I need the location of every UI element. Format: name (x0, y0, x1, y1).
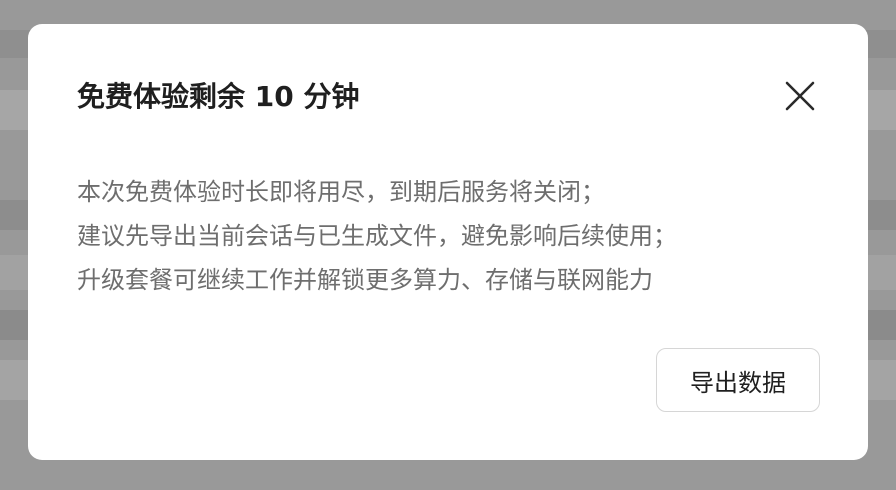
message-line: 升级套餐可继续工作并解锁更多算力、存储与联网能力 (77, 266, 653, 294)
close-button[interactable] (780, 76, 820, 116)
dialog-title: 免费体验剩余 10 分钟 (77, 80, 360, 113)
message-line: 建议先导出当前会话与已生成文件，避免影响后续使用； (77, 222, 677, 250)
dialog-message: 本次免费体验时长即将用尽，到期后服务将关闭； 建议先导出当前会话与已生成文件，避… (77, 170, 797, 302)
message-line: 本次免费体验时长即将用尽，到期后服务将关闭； (77, 178, 605, 206)
export-data-button[interactable]: 导出数据 (656, 348, 820, 412)
trial-expiry-dialog: 免费体验剩余 10 分钟 本次免费体验时长即将用尽，到期后服务将关闭； 建议先导… (28, 24, 868, 460)
close-icon (785, 81, 815, 111)
